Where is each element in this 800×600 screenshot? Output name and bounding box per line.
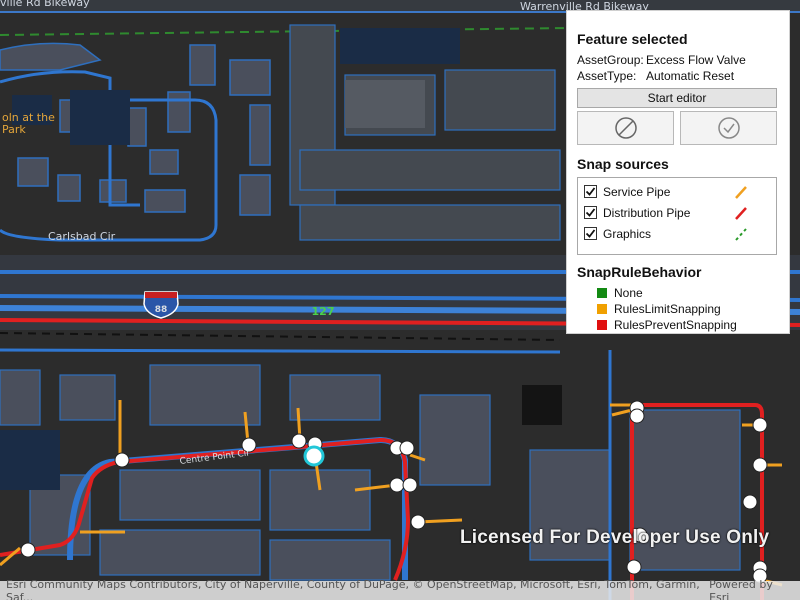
graphics-dashed-line-icon: [735, 227, 747, 241]
distribution-pipe-line-icon: [735, 206, 747, 220]
snap-rule-behavior-title: SnapRuleBehavior: [577, 264, 702, 280]
legend-swatch-red: [597, 320, 607, 330]
legend-rules-prevent-label: RulesPreventSnapping: [614, 318, 737, 332]
powered-by-esri-link[interactable]: Powered by Esri: [709, 578, 794, 600]
legend-swatch-orange: [597, 304, 607, 314]
cancel-button[interactable]: [577, 111, 674, 145]
feature-selected-title: Feature selected: [577, 31, 688, 47]
snap-sources-list: Service Pipe Distribution Pipe Graphics: [577, 177, 777, 255]
legend-rules-prevent: RulesPreventSnapping: [577, 317, 779, 333]
graphics-label: Graphics: [603, 226, 652, 241]
legend-swatch-green: [597, 288, 607, 298]
legend-rules-limit: RulesLimitSnapping: [577, 301, 779, 317]
distribution-pipe-label: Distribution Pipe: [603, 205, 691, 220]
checkmark-icon: [585, 187, 596, 196]
editor-action-buttons: [577, 111, 779, 145]
snap-source-service-pipe[interactable]: Service Pipe: [584, 181, 770, 202]
check-icon: [717, 117, 740, 139]
asset-type-value: Automatic Reset: [646, 69, 735, 83]
asset-type-row: AssetType: Automatic Reset: [577, 68, 779, 84]
street-label-carlsbad: Carlsbad Cir: [48, 230, 116, 243]
snap-source-distribution-pipe[interactable]: Distribution Pipe: [584, 202, 770, 223]
legend-none: None: [577, 285, 779, 301]
start-editor-button[interactable]: Start editor: [577, 88, 777, 108]
graphics-checkbox[interactable]: [584, 227, 597, 240]
service-pipe-line-icon: [735, 185, 747, 199]
checkmark-icon: [585, 208, 596, 217]
asset-group-key: AssetGroup:: [577, 53, 644, 67]
asset-group-row: AssetGroup: Excess Flow Valve: [577, 52, 779, 68]
service-pipe-checkbox[interactable]: [584, 185, 597, 198]
park-label-line2: Park: [2, 123, 26, 136]
mile-marker-label: 127: [312, 305, 335, 318]
snap-sources-title: Snap sources: [577, 156, 669, 172]
distribution-pipe-checkbox[interactable]: [584, 206, 597, 219]
asset-type-key: AssetType:: [577, 69, 637, 83]
interstate-label: 88: [155, 305, 168, 315]
asset-group-value: Excess Flow Valve: [646, 53, 746, 67]
developer-license-watermark: Licensed For Developer Use Only: [460, 527, 770, 548]
checkmark-icon: [585, 229, 596, 238]
service-pipe-label: Service Pipe: [603, 184, 671, 199]
attribution-text: Esri Community Maps Contributors, City o…: [6, 577, 700, 600]
cancel-icon: [614, 117, 637, 139]
legend-rules-limit-label: RulesLimitSnapping: [614, 302, 721, 316]
legend-none-label: None: [614, 286, 643, 300]
attribution-bar: Esri Community Maps Contributors, City o…: [0, 577, 800, 600]
snap-source-graphics[interactable]: Graphics: [584, 223, 770, 244]
confirm-button[interactable]: [680, 111, 777, 145]
road-label-top-left: ville Rd Bikeway: [0, 0, 90, 9]
editor-panel: Feature selected AssetGroup: Excess Flow…: [566, 10, 790, 334]
selected-feature-highlight[interactable]: [303, 445, 325, 467]
